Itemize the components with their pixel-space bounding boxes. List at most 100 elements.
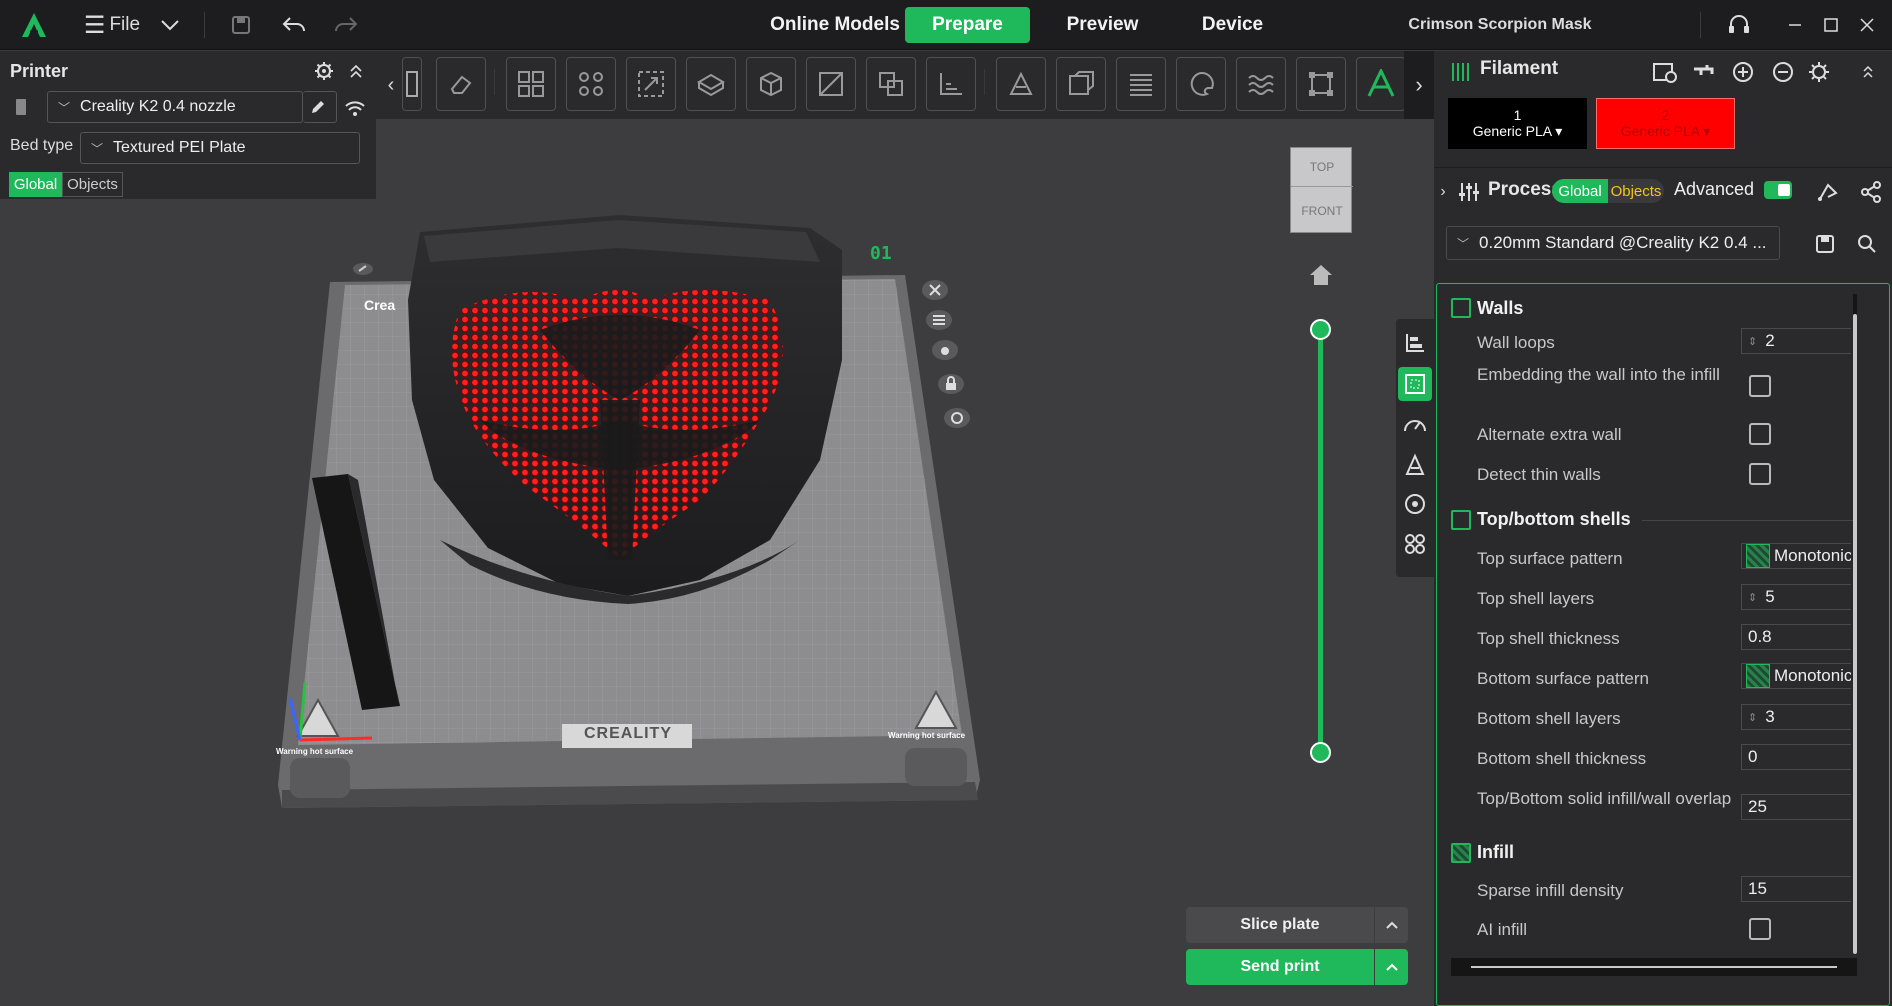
cube-icon[interactable]: [746, 57, 796, 111]
add-filament-icon[interactable]: [1728, 57, 1758, 87]
layer-slider-bottom-handle[interactable]: [1310, 742, 1331, 763]
layer-icon[interactable]: [1116, 57, 1166, 111]
align-icon[interactable]: [1400, 327, 1430, 357]
speed-icon[interactable]: [1400, 409, 1430, 439]
save-preset-icon[interactable]: [1812, 231, 1838, 257]
app-logo-icon[interactable]: [14, 0, 54, 50]
process-compare-icon[interactable]: [1812, 177, 1842, 207]
3d-viewport[interactable]: Crea 01 CREALITY Warning hot surface War…: [0, 147, 1434, 1006]
filament-slot-2[interactable]: 2 Generic PLA ▾: [1596, 98, 1735, 149]
layer-slider-top-handle[interactable]: [1310, 319, 1331, 340]
bottom-shell-thickness-input[interactable]: 0: [1741, 744, 1851, 770]
plate-settings-icon[interactable]: [942, 405, 972, 431]
sparse-infill-density-input[interactable]: 15: [1741, 876, 1851, 902]
maximize-icon[interactable]: [1816, 0, 1846, 50]
support-headset-icon[interactable]: [1724, 0, 1754, 50]
stepper-icon[interactable]: ⇕: [1748, 335, 1757, 348]
settings-hscrollbar-thumb[interactable]: [1471, 966, 1837, 968]
bed-type-select[interactable]: ﹀ Textured PEI Plate: [80, 132, 360, 164]
filament-settings-icon[interactable]: [1804, 57, 1834, 87]
detect-thin-walls-checkbox[interactable]: [1749, 463, 1771, 485]
top-surface-pattern-select[interactable]: Monotonic: [1741, 543, 1851, 569]
add-object-icon[interactable]: [402, 57, 422, 111]
gear-icon[interactable]: [312, 59, 336, 83]
close-icon[interactable]: [1852, 0, 1882, 50]
wifi-icon[interactable]: [342, 97, 368, 119]
fuzzy-skin-icon[interactable]: [1236, 57, 1286, 111]
tab-preview[interactable]: Preview: [1045, 7, 1160, 43]
close-plate-icon[interactable]: [920, 277, 950, 303]
filament-tap-icon[interactable]: [1688, 57, 1718, 87]
target-icon[interactable]: [1400, 489, 1430, 519]
tab-device[interactable]: Device: [1175, 7, 1290, 43]
undo-icon[interactable]: [278, 0, 310, 50]
plate-icon[interactable]: [686, 57, 736, 111]
seam-paint-icon[interactable]: [1056, 57, 1106, 111]
edit-printer-button[interactable]: [303, 91, 337, 123]
text-tool-icon[interactable]: [1356, 57, 1406, 111]
slice-plate-button[interactable]: Slice plate: [1186, 907, 1374, 943]
process-preset-select[interactable]: ﹀ 0.20mm Standard @Creality K2 0.4 ...: [1446, 226, 1780, 260]
tab-prepare[interactable]: Prepare: [905, 7, 1030, 43]
auto-orient-icon[interactable]: [566, 57, 616, 111]
alternate-extra-wall-checkbox[interactable]: [1749, 423, 1771, 445]
process-scope-global-tab[interactable]: Global: [1552, 179, 1608, 203]
filament-collapse-icon[interactable]: [1858, 59, 1878, 85]
advanced-toggle[interactable]: [1764, 181, 1792, 199]
bottom-surface-pattern-select[interactable]: Monotonic: [1741, 663, 1851, 689]
modifier-icon[interactable]: [1400, 529, 1430, 559]
solid-infill-overlap-input[interactable]: 25: [1741, 794, 1851, 820]
filament-sync-icon[interactable]: [1650, 57, 1680, 87]
process-scope-objects-tab[interactable]: Objects: [1608, 179, 1664, 203]
plate-number: 01: [870, 243, 892, 264]
erase-icon[interactable]: [436, 57, 486, 111]
chevron-down-icon[interactable]: [152, 0, 188, 50]
measure-icon[interactable]: [926, 57, 976, 111]
view-cube[interactable]: TOP FRONT: [1290, 147, 1353, 233]
arrange-icon[interactable]: [506, 57, 556, 111]
save-icon[interactable]: [226, 0, 256, 50]
arrange-plate-icon[interactable]: [924, 307, 954, 333]
sidebar-toggle-icon[interactable]: ›: [1404, 51, 1434, 119]
file-menu-button[interactable]: ☰ File: [82, 0, 142, 50]
filament-slot-1[interactable]: 1 Generic PLA ▾: [1448, 98, 1587, 149]
process-share-icon[interactable]: [1856, 177, 1886, 207]
printer-select[interactable]: ﹀ Creality K2 0.4 nozzle: [47, 91, 303, 123]
color-paint-icon[interactable]: [1176, 57, 1226, 111]
scale-icon[interactable]: [626, 57, 676, 111]
wall-loops-input[interactable]: ⇕ 2: [1741, 328, 1851, 354]
top-shell-thickness-input[interactable]: 0.8: [1741, 624, 1851, 650]
layer-slider-track[interactable]: [1318, 329, 1323, 753]
ai-infill-checkbox[interactable]: [1749, 918, 1771, 940]
search-settings-icon[interactable]: [1854, 231, 1880, 257]
send-options-chevron-icon[interactable]: [1375, 949, 1408, 985]
send-print-button[interactable]: Send print: [1186, 949, 1374, 985]
printer-scope-global-tab[interactable]: Global: [9, 172, 62, 197]
auto-orient-plate-icon[interactable]: [930, 337, 960, 363]
plate-edit-icon[interactable]: [352, 261, 374, 277]
bottom-shell-layers-input[interactable]: ⇕ 3: [1741, 704, 1851, 730]
stepper-icon[interactable]: ⇕: [1748, 711, 1757, 724]
minimize-icon[interactable]: [1780, 0, 1810, 50]
tab-online-models[interactable]: Online Models: [770, 7, 900, 43]
embedding-wall-checkbox[interactable]: [1749, 375, 1771, 397]
lock-plate-icon[interactable]: [936, 371, 966, 397]
support-paint-icon[interactable]: [996, 57, 1046, 111]
process-expand-icon[interactable]: ›: [1434, 179, 1452, 205]
printer-scope-objects-tab[interactable]: Objects: [62, 172, 123, 197]
home-view-icon[interactable]: [1307, 261, 1335, 289]
top-shell-layers-input[interactable]: ⇕ 5: [1741, 584, 1851, 610]
toolbar-scroll-left-icon[interactable]: ‹: [384, 73, 398, 97]
top-shell-layers-label: Top shell layers: [1477, 589, 1595, 608]
slice-options-chevron-icon[interactable]: [1375, 907, 1408, 943]
stepper-icon[interactable]: ⇕: [1748, 591, 1757, 604]
cut-icon[interactable]: [806, 57, 856, 111]
redo-icon[interactable]: [330, 0, 362, 50]
remove-filament-icon[interactable]: [1768, 57, 1798, 87]
support-icon[interactable]: [1400, 449, 1430, 479]
settings-scrollbar-thumb[interactable]: [1853, 314, 1857, 954]
object-list-icon[interactable]: [1398, 367, 1432, 401]
bounding-box-icon[interactable]: [1296, 57, 1346, 111]
collapse-icon[interactable]: [346, 59, 366, 83]
boolean-icon[interactable]: [866, 57, 916, 111]
